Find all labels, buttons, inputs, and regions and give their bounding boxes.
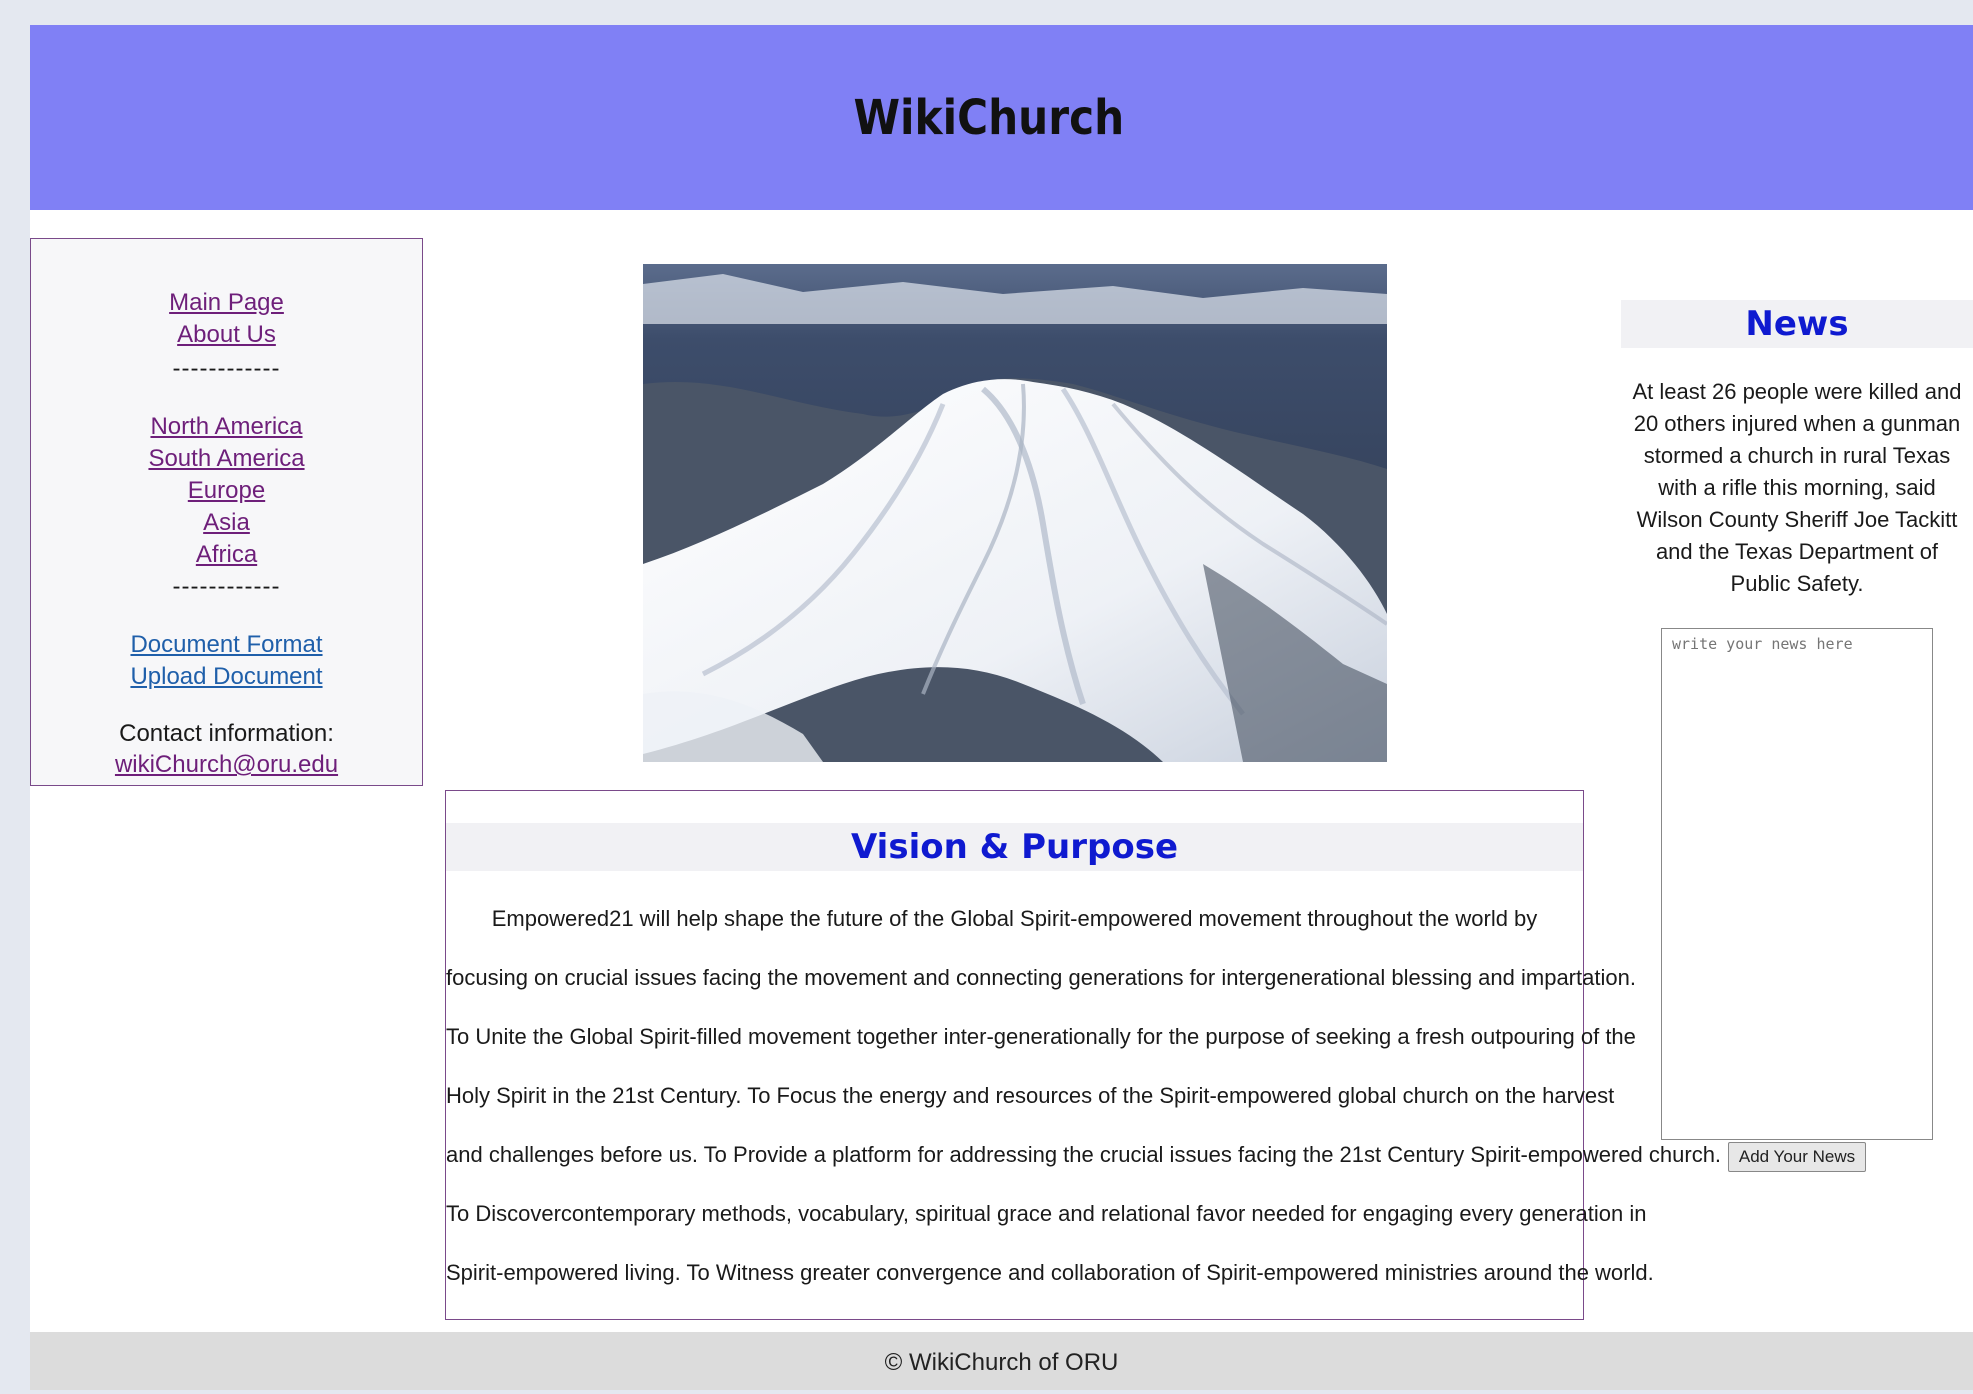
nav-link-about-us[interactable]: About Us — [31, 319, 422, 351]
upload-document-link[interactable]: Upload Document — [31, 661, 422, 693]
region-link-africa[interactable]: Africa — [31, 539, 422, 571]
vision-text: Empowered21 will help shape the future o… — [446, 889, 1722, 1302]
contact-info: Contact information: wikiChurch@oru.edu — [31, 719, 422, 781]
region-link-europe[interactable]: Europe — [31, 475, 422, 507]
vision-purpose-panel: Vision & Purpose Empowered21 will help s… — [445, 790, 1722, 1320]
page: WikiChurch Main Page About Us ----------… — [30, 25, 1973, 1390]
add-news-button[interactable]: Add Your News — [1727, 1142, 1867, 1172]
document-format-link[interactable]: Document Format — [31, 629, 422, 661]
site-header: WikiChurch — [30, 25, 1973, 210]
site-footer: © WikiChurch of ORU — [30, 1332, 1973, 1390]
sidebar-separator: ------------ — [172, 573, 281, 600]
footer-copyright: © WikiChurch of ORU — [884, 1349, 1119, 1376]
contact-label: Contact information: — [119, 720, 334, 747]
site-title: WikiChurch — [853, 89, 1124, 146]
mountain-photo — [643, 264, 1387, 762]
vision-title: Vision & Purpose — [446, 823, 1583, 871]
news-textarea[interactable] — [1661, 628, 1933, 1140]
vision-line: Spirit-empowered living. To Witness grea… — [446, 1260, 1654, 1285]
region-link-north-america[interactable]: North America — [31, 411, 422, 443]
sidebar: Main Page About Us ------------ North Am… — [30, 238, 423, 786]
vision-line: Empowered21 will help shape the future o… — [491, 906, 1538, 931]
region-link-asia[interactable]: Asia — [31, 507, 422, 539]
region-link-south-america[interactable]: South America — [31, 443, 422, 475]
vision-line: and challenges before us. To Provide a p… — [446, 1142, 1722, 1167]
vision-line: To Unite the Global Spirit-filled moveme… — [446, 1024, 1636, 1049]
nav-link-main-page[interactable]: Main Page — [31, 287, 422, 319]
vision-line: Holy Spirit in the 21st Century. To Focu… — [446, 1083, 1615, 1108]
vision-line: To Discovercontemporary methods, vocabul… — [446, 1201, 1647, 1226]
contact-email-link[interactable]: wikiChurch@oru.edu — [115, 751, 338, 778]
news-panel: News At least 26 people were killed and … — [1621, 300, 1973, 1172]
vision-line: focusing on crucial issues facing the mo… — [446, 965, 1636, 990]
sidebar-separator: ------------ — [172, 355, 281, 382]
news-body: At least 26 people were killed and 20 ot… — [1632, 379, 1962, 596]
news-title: News — [1621, 300, 1973, 348]
